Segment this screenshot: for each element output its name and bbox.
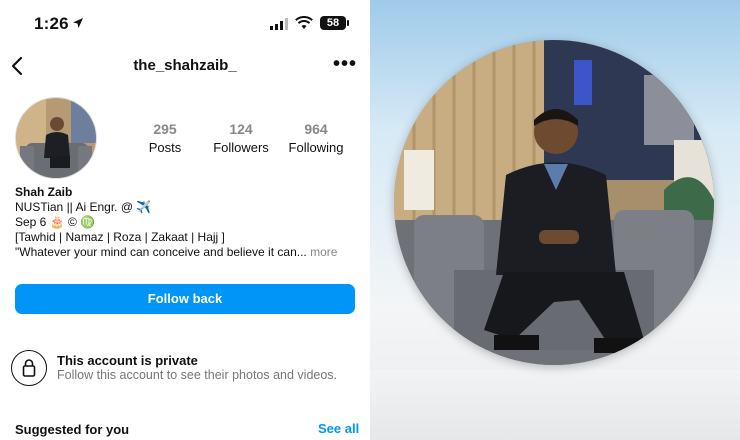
cellular-signal-icon — [270, 18, 288, 30]
bio-more-link[interactable]: more — [310, 245, 337, 259]
status-bar: 1:26 58 — [0, 10, 370, 38]
profile-name: Shah Zaib — [15, 185, 73, 199]
stat-followers-value: 124 — [229, 121, 253, 137]
suggested-title: Suggested for you — [15, 422, 130, 437]
bio-line: [Tawhid | Namaz | Roza | Zakaat | Hajj ] — [15, 230, 225, 244]
lock-icon — [11, 350, 47, 386]
wifi-icon — [295, 16, 313, 29]
stat-following[interactable]: 964 Following — [287, 121, 345, 155]
private-title: This account is private — [57, 353, 198, 368]
bio-quote: "Whatever your mind can conceive and bel… — [15, 245, 307, 259]
bio-line: "Whatever your mind can conceive and bel… — [15, 245, 360, 260]
profile-bio: Shah Zaib NUSTian || Ai Engr. @ ✈️ Sep 6… — [15, 185, 360, 260]
more-horizontal-icon[interactable]: ••• — [333, 54, 356, 74]
stat-followers-label: Followers — [213, 140, 269, 155]
follow-back-button[interactable]: Follow back — [15, 284, 355, 314]
stat-posts[interactable]: 295 Posts — [141, 121, 189, 155]
stat-posts-label: Posts — [148, 140, 182, 155]
stat-following-value: 964 — [304, 121, 328, 137]
stat-posts-value: 295 — [153, 121, 177, 137]
status-time: 1:26 — [34, 14, 69, 33]
backdrop — [370, 370, 740, 440]
bio-line: Sep 6 🎂 © ♍ — [15, 215, 96, 229]
profile-avatar[interactable] — [15, 97, 97, 179]
private-subtitle: Follow this account to see their photos … — [57, 368, 338, 382]
stat-followers[interactable]: 124 Followers — [210, 121, 272, 155]
battery-indicator: 58 — [320, 16, 349, 30]
profile-screen: 1:26 58 the_shahzaib_ ••• 295 Posts 124 … — [0, 0, 370, 440]
see-all-link[interactable]: See all — [318, 421, 359, 436]
location-arrow-icon — [73, 18, 83, 28]
enlarged-profile-photo — [394, 40, 714, 365]
enlarged-avatar-view — [370, 0, 740, 440]
stat-following-label: Following — [288, 140, 344, 155]
profile-username: the_shahzaib_ — [133, 57, 237, 74]
bio-line: NUSTian || Ai Engr. @ ✈️ — [15, 200, 152, 214]
